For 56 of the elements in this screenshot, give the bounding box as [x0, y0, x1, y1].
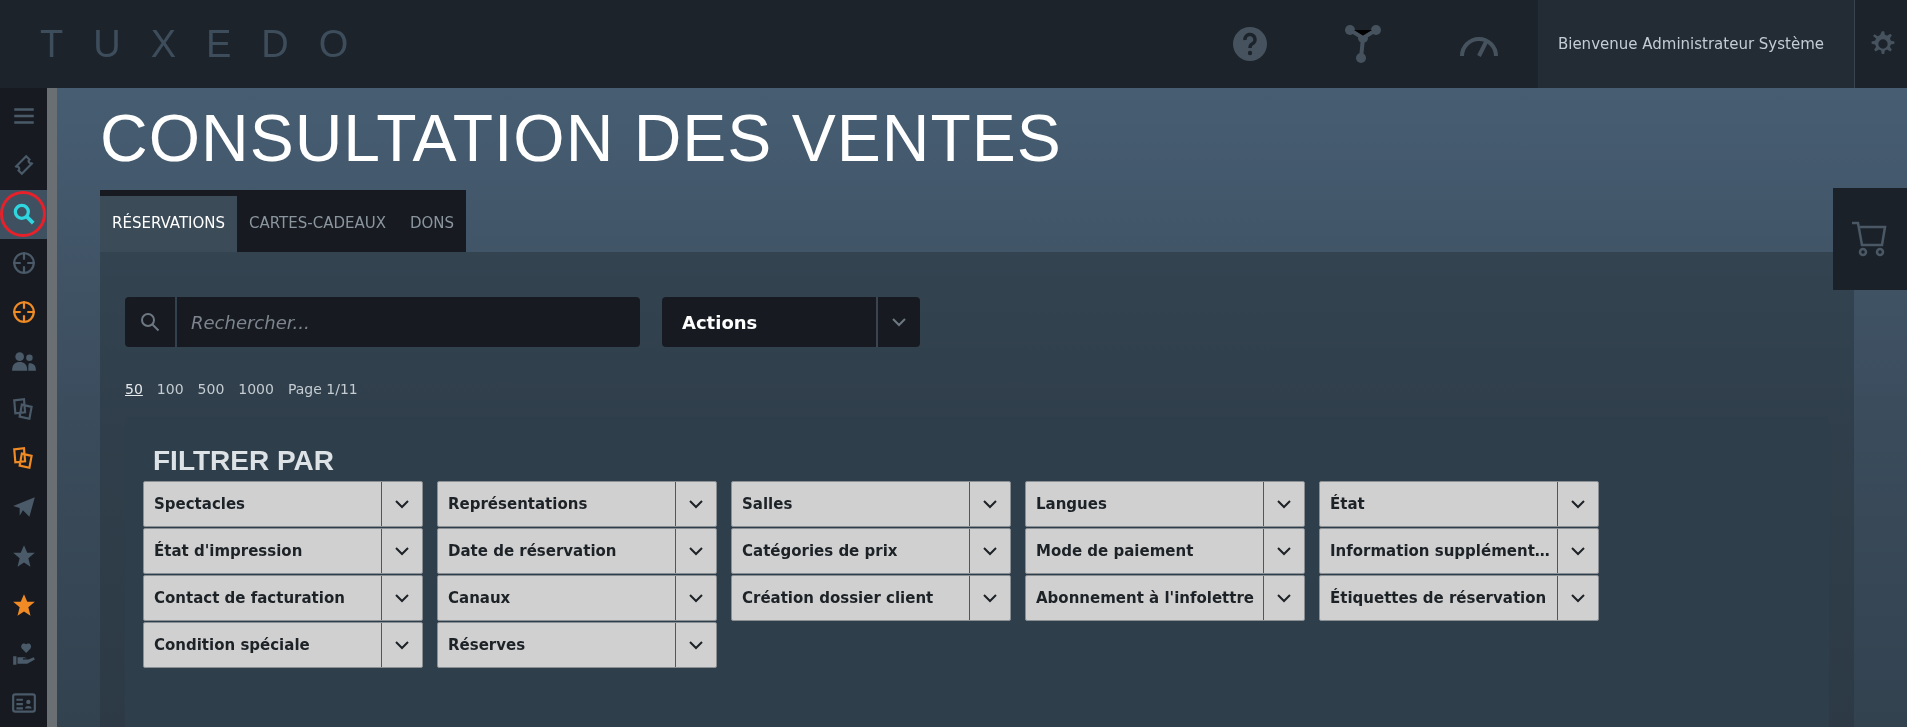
tab[interactable]: DONS — [397, 196, 467, 252]
chevron-down-icon — [689, 593, 703, 603]
page-indicator: Page 1/11 — [287, 381, 358, 397]
chevron-down-icon — [983, 499, 997, 509]
chevron-down-icon — [892, 317, 906, 327]
chevron-down-icon — [689, 499, 703, 509]
filter-heading: FILTRER PAR — [153, 445, 335, 477]
chevron-down-icon — [1277, 593, 1291, 603]
tab[interactable]: RÉSERVATIONS — [100, 196, 238, 252]
search-field[interactable]: Rechercher... — [177, 297, 640, 347]
chevron-down-icon — [689, 640, 703, 650]
welcome-text: Bienvenue Administrateur Système — [1537, 0, 1855, 88]
filter-dropdown[interactable]: État d'impression — [143, 528, 423, 574]
chevron-down-icon — [395, 593, 409, 603]
filter-dropdown[interactable]: Information supplément… — [1319, 528, 1599, 574]
filter-dropdown[interactable]: Création dossier client — [731, 575, 1011, 621]
filter-dropdown[interactable]: Mode de paiement — [1025, 528, 1305, 574]
filter-dropdown[interactable]: Canaux — [437, 575, 717, 621]
chevron-down-icon — [395, 640, 409, 650]
filter-dropdown[interactable]: Catégories de prix — [731, 528, 1011, 574]
filter-dropdown[interactable]: Abonnement à l'infolettre — [1025, 575, 1305, 621]
tab[interactable]: CARTES-CADEAUX — [237, 196, 398, 252]
cart-button[interactable] — [1833, 188, 1907, 290]
filter-dropdown[interactable]: État — [1319, 481, 1599, 527]
page-size-link[interactable]: 100 — [156, 381, 184, 397]
search-button[interactable] — [125, 297, 175, 347]
chevron-down-icon — [1571, 499, 1585, 509]
search-icon — [140, 312, 160, 332]
page-size-link[interactable]: 1000 — [238, 381, 274, 397]
cart-icon — [1851, 221, 1889, 257]
filter-dropdown[interactable]: Spectacles — [143, 481, 423, 527]
chevron-down-icon — [689, 546, 703, 556]
filter-dropdown[interactable]: Étiquettes de réservation — [1319, 575, 1599, 621]
chevron-down-icon — [1571, 546, 1585, 556]
chevron-down-icon — [395, 546, 409, 556]
highlight-ring — [0, 190, 46, 237]
page-size-link[interactable]: 500 — [197, 381, 225, 397]
filter-dropdown[interactable]: Langues — [1025, 481, 1305, 527]
chevron-down-icon — [983, 593, 997, 603]
filter-dropdown[interactable]: Salles — [731, 481, 1011, 527]
page-size-link[interactable]: 50 — [125, 381, 143, 397]
chevron-down-icon — [395, 499, 409, 509]
filter-dropdown[interactable]: Date de réservation — [437, 528, 717, 574]
page-title: CONSULTATION DES VENTES — [100, 100, 1063, 176]
nodes-icon[interactable] — [1343, 24, 1382, 64]
chevron-down-icon — [1571, 593, 1585, 603]
help-icon[interactable] — [1231, 26, 1268, 62]
filter-dropdown[interactable]: Condition spéciale — [143, 622, 423, 668]
actions-dropdown[interactable]: Actions — [662, 297, 920, 347]
filter-dropdown[interactable]: Réserves — [437, 622, 717, 668]
chevron-down-icon — [1277, 546, 1291, 556]
chevron-down-icon — [983, 546, 997, 556]
filter-dropdown[interactable]: Représentations — [437, 481, 717, 527]
filter-dropdown[interactable]: Contact de facturation — [143, 575, 423, 621]
sidebar-item[interactable] — [0, 189, 47, 239]
chevron-down-icon — [1277, 499, 1291, 509]
